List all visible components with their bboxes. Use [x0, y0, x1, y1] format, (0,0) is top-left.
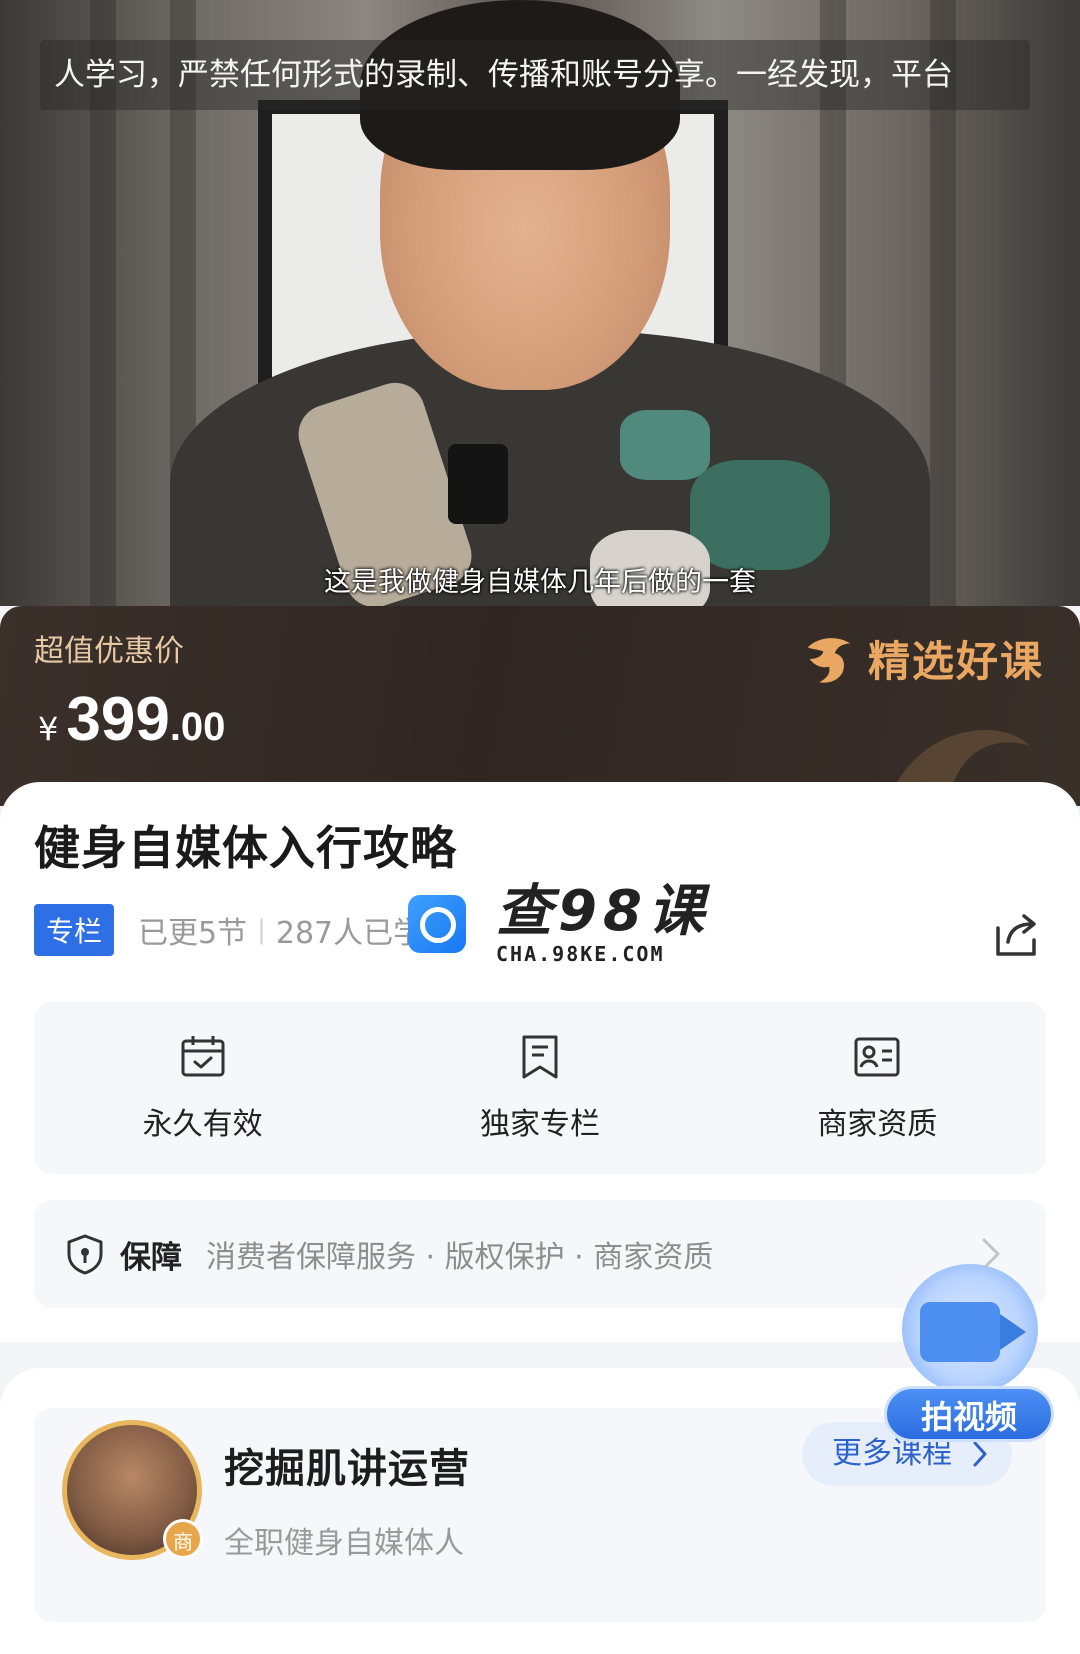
video-player[interactable]: 人学习，严禁任何形式的录制、传播和账号分享。一经发现，平台 这是我做健身自媒体几…: [0, 0, 1080, 606]
featured-course-text: 精选好课: [867, 637, 1044, 686]
feature-label: 独家专栏: [479, 1107, 600, 1142]
bird-logo-icon: [807, 637, 851, 683]
course-meta: 专栏 已更5节 | 287人已学习: [34, 904, 453, 956]
merchant-description: 全职健身自媒体人: [224, 1526, 464, 1561]
feature-label: 永久有效: [142, 1107, 263, 1142]
bookmark-doc-icon: [522, 1035, 558, 1079]
calendar-check-icon: [181, 1036, 225, 1077]
watermark-logo: 查98课 CHA.98KE.COM: [408, 882, 710, 966]
price-label: 超值优惠价: [34, 634, 184, 669]
guarantee-items: 消费者保障服务 · 版权保护 · 商家资质: [206, 1240, 714, 1275]
watermark-domain: CHA.98KE.COM: [496, 942, 665, 966]
feature-merchant-qualification[interactable]: 商家资质: [709, 1002, 1046, 1174]
search-logo-icon: [408, 895, 466, 953]
featured-course-badge: 精选好课: [800, 628, 1044, 689]
video-subtitle: 这是我做健身自媒体几年后做的一套: [324, 567, 756, 598]
share-icon[interactable]: [992, 910, 1042, 960]
course-title: 健身自媒体入行攻略: [34, 821, 457, 875]
watermark-brand: 查98课: [496, 879, 710, 944]
shoot-video-label: 拍视频: [884, 1386, 1054, 1442]
price-integer: 399: [66, 685, 170, 754]
avatar[interactable]: 商: [62, 1420, 203, 1560]
merchant-name[interactable]: 挖掘肌讲运营: [224, 1436, 470, 1494]
video-microphone: [448, 444, 508, 524]
feature-label: 商家资质: [817, 1107, 938, 1142]
column-tag: 专栏: [34, 904, 115, 956]
price-banner: 超值优惠价 ¥ 399 .00 精选好课: [0, 606, 1080, 806]
shoot-video-button[interactable]: 拍视频: [884, 1256, 1054, 1446]
feature-permanent[interactable]: 永久有效: [34, 1002, 371, 1174]
guarantee-title: 保障: [120, 1239, 182, 1276]
update-count: 已更5节: [138, 916, 248, 951]
id-card-icon: [854, 1037, 900, 1077]
feature-exclusive[interactable]: 独家专栏: [371, 1002, 708, 1174]
price-currency: ¥: [38, 710, 59, 748]
price: ¥ 399 .00: [38, 684, 225, 755]
video-watermark-banner: 人学习，严禁任何形式的录制、传播和账号分享。一经发现，平台: [40, 40, 1030, 110]
merchant-badge: 商: [163, 1519, 203, 1559]
video-camera-icon: [920, 1302, 1026, 1362]
feature-list: 永久有效 独家专栏 商家资质: [34, 1002, 1046, 1174]
meta-separator: |: [257, 915, 266, 945]
price-decimal: .00: [169, 705, 226, 749]
shield-icon: [67, 1234, 103, 1275]
